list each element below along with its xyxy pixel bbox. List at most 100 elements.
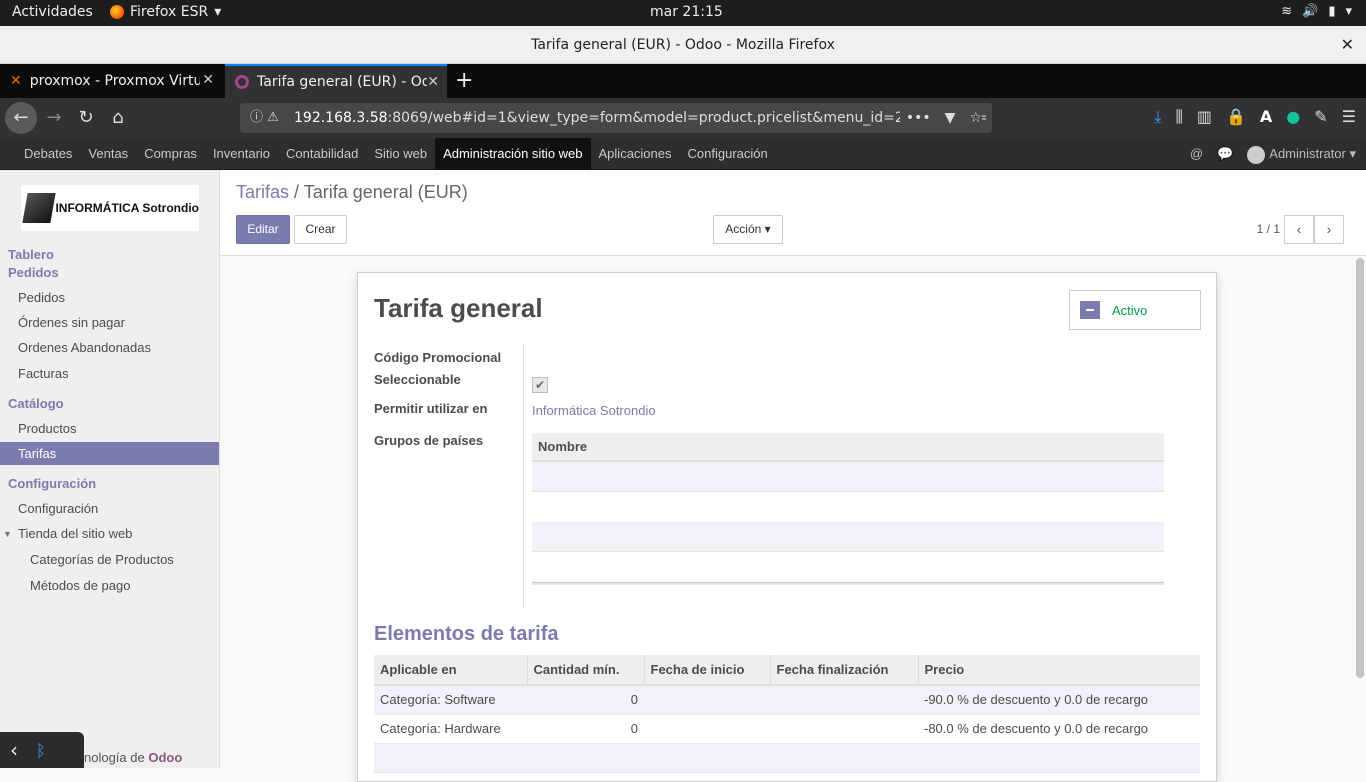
country-groups-table: Nombre [532, 433, 1164, 585]
menu-ventas[interactable]: Ventas [80, 138, 136, 170]
column-precio[interactable]: Precio [918, 655, 1200, 686]
sidebar-header-catalogo[interactable]: Catálogo [8, 396, 64, 411]
menu-inventario[interactable]: Inventario [205, 138, 278, 170]
activity-icon[interactable]: @ [1190, 138, 1203, 170]
logo-text: INFORMÁTICA Sotrondio [55, 201, 199, 215]
reload-icon[interactable]: ↻ [72, 104, 100, 132]
sidebar-item-productos[interactable]: Productos [18, 421, 77, 436]
tab-label: proxmox - Proxmox Virtual Environment [29, 73, 200, 89]
sidebar-item-tarifas[interactable]: Tarifas [0, 442, 219, 465]
table-row [532, 522, 1164, 552]
sidebar-item-pedidos[interactable]: Pedidos [18, 290, 65, 305]
sidebar-item-tienda[interactable]: Tienda del sitio web [18, 526, 132, 541]
tab-odoo[interactable]: Tarifa general (EUR) - Odoo ✕ [225, 64, 447, 98]
field-divider [523, 345, 524, 607]
extension-icon[interactable]: ✎ [1314, 107, 1327, 127]
seleccionable-checkbox[interactable]: ✔ [532, 377, 548, 393]
sidebar-item-configuracion[interactable]: Configuración [18, 501, 98, 516]
cell-fecha-fin [770, 685, 918, 715]
library-icon[interactable]: ⫼ [1175, 107, 1182, 127]
table-header-row: Aplicable en Cantidad mín. Fecha de inic… [374, 655, 1200, 686]
close-tab-icon[interactable]: ✕ [427, 74, 439, 90]
tab-proxmox[interactable]: ✕ proxmox - Proxmox Virtual Environment … [0, 64, 222, 98]
browser-toolbar: ← → ↻ ⌂ ⓘ ⚠ 192.168.3.58:8069/web#id=1&v… [0, 98, 1366, 138]
field-label-seleccionable: Seleccionable [374, 372, 461, 387]
action-dropdown[interactable]: Acción ▾ [713, 215, 783, 244]
menu-configuracion[interactable]: Configuración [680, 138, 776, 170]
table-row[interactable]: Categoría: Software 0 -90.0 % de descuen… [374, 685, 1200, 715]
new-tab-icon[interactable]: + [455, 68, 473, 93]
activities-button[interactable]: Actividades [12, 4, 93, 20]
download-icon[interactable]: ⤓ [1154, 107, 1161, 127]
pricelist-items-table: Aplicable en Cantidad mín. Fecha de inic… [374, 655, 1200, 773]
column-aplicable[interactable]: Aplicable en [374, 655, 528, 686]
url-path: :8069/web#id=1&view_type=form&model=prod… [387, 110, 988, 126]
bookmark-star-icon[interactable]: ☆ [969, 103, 982, 133]
sidebar-item-metodos-pago[interactable]: Métodos de pago [30, 578, 130, 593]
sidebar-item-facturas[interactable]: Facturas [18, 366, 69, 381]
text-extension-icon[interactable]: A [1260, 107, 1272, 127]
breadcrumb-parent[interactable]: Tarifas [236, 182, 289, 202]
computer-icon [22, 193, 57, 223]
column-fecha-fin[interactable]: Fecha finalización [770, 655, 919, 686]
sidebar-item-tablero[interactable]: Tablero [8, 247, 54, 262]
scrollbar[interactable] [1356, 258, 1364, 678]
hamburger-menu-icon[interactable]: ☰ [1342, 107, 1356, 127]
odoo-brand-link[interactable]: Odoo [148, 750, 182, 765]
system-tray[interactable]: ≋ 🔊 ▮ ▾ [1281, 4, 1352, 19]
chevron-down-icon: ▾ [214, 4, 222, 20]
chevron-down-icon: ▾ [1345, 4, 1352, 19]
column-fecha-inicio[interactable]: Fecha de inicio [644, 655, 771, 686]
cell-fecha-inicio [644, 714, 770, 744]
firefox-icon [110, 5, 124, 19]
sidebar-item-categorias[interactable]: Categorías de Productos [30, 552, 174, 567]
forward-icon[interactable]: → [40, 104, 68, 132]
sidebar-icon[interactable]: ▥ [1197, 107, 1212, 127]
check-icon: ✔ [534, 378, 546, 392]
pager-next-icon[interactable]: › [1314, 215, 1344, 244]
sidebar-item-ordenes-abandonadas[interactable]: Ordenes Abandonadas [18, 340, 151, 355]
sidebar-header-pedidos[interactable]: Pedidos [8, 265, 59, 280]
create-button[interactable]: Crear [294, 215, 347, 244]
table-row[interactable]: Categoría: Hardware 0 -80.0 % de descuen… [374, 714, 1200, 744]
table-row [532, 552, 1164, 582]
user-menu[interactable]: Administrator ▾ [1247, 138, 1356, 170]
app-menu[interactable]: Firefox ESR ▾ [110, 4, 221, 20]
proxmox-icon: ✕ [10, 73, 22, 89]
edit-button[interactable]: Editar [236, 215, 290, 244]
messages-icon[interactable]: 💬 [1217, 138, 1233, 170]
pocket-icon[interactable]: ▼ [945, 103, 956, 133]
active-toggle-button[interactable]: Activo [1069, 290, 1201, 330]
clock[interactable]: mar 21:15 [650, 4, 723, 20]
menu-administracion-sitio-web[interactable]: Administración sitio web [435, 138, 591, 170]
pager-previous-icon[interactable]: ‹ [1284, 215, 1314, 244]
url-bar[interactable]: ⓘ ⚠ 192.168.3.58:8069/web#id=1&view_type… [240, 103, 992, 133]
grammarly-icon[interactable]: ● [1286, 107, 1300, 127]
site-info-icon[interactable]: ⓘ ⚠ [250, 103, 279, 133]
back-icon[interactable]: ← [5, 102, 37, 134]
window-titlebar: Tarifa general (EUR) - Odoo - Mozilla Fi… [0, 26, 1366, 64]
menu-sitio-web[interactable]: Sitio web [366, 138, 435, 170]
sidebar-header-configuracion[interactable]: Configuración [8, 476, 96, 491]
sidebar-item-ordenes-sin-pagar[interactable]: Órdenes sin pagar [18, 315, 125, 330]
home-icon[interactable]: ⌂ [104, 104, 132, 132]
close-tab-icon[interactable]: ✕ [202, 72, 214, 88]
expand-caret-icon[interactable]: ▼ [3, 529, 12, 539]
permitir-value-link[interactable]: Informática Sotrondio [532, 403, 656, 418]
bluetooth-icon[interactable]: ᛒ [36, 741, 46, 760]
page-actions-icon[interactable]: ••• [906, 103, 931, 133]
menu-contabilidad[interactable]: Contabilidad [278, 138, 366, 170]
country-groups-header[interactable]: Nombre [532, 433, 1164, 462]
lock-extension-icon[interactable]: 🔒 [1226, 107, 1246, 127]
odoo-main-menu: Debates Ventas Compras Inventario Contab… [0, 138, 1366, 170]
menu-compras[interactable]: Compras [136, 138, 205, 170]
url-host: 192.168.3.58 [294, 110, 388, 126]
user-name: Administrator [1269, 146, 1346, 161]
chevron-left-icon[interactable]: ‹ [10, 738, 18, 762]
menu-aplicaciones[interactable]: Aplicaciones [591, 138, 680, 170]
active-label: Activo [1112, 302, 1148, 318]
cell-aplicable: Categoría: Software [374, 685, 527, 715]
close-window-icon[interactable]: ✕ [1341, 26, 1354, 64]
menu-debates[interactable]: Debates [16, 138, 80, 170]
column-cantidad[interactable]: Cantidad mín. [527, 655, 645, 686]
